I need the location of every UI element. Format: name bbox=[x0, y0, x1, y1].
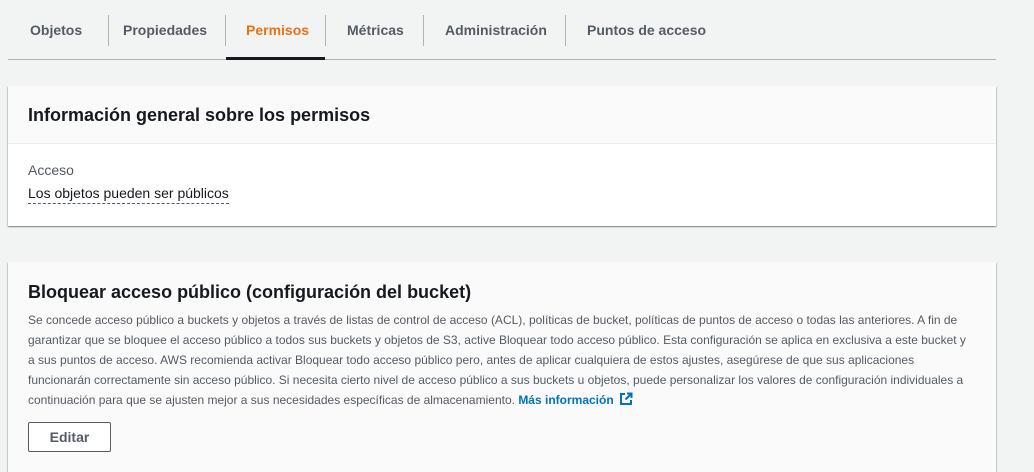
external-link-icon bbox=[619, 392, 633, 412]
tab-label: Objetos bbox=[30, 21, 83, 38]
edit-button[interactable]: Editar bbox=[28, 422, 111, 452]
tab-puntos-de-acceso[interactable]: Puntos de acceso bbox=[566, 0, 726, 59]
permissions-overview-panel: Información general sobre los permisos A… bbox=[8, 86, 996, 226]
tab-permisos[interactable]: Permisos bbox=[226, 0, 326, 60]
tab-propiedades[interactable]: Propiedades bbox=[109, 0, 226, 59]
learn-more-link[interactable]: Más información bbox=[518, 392, 633, 407]
tab-administracion[interactable]: Administración bbox=[424, 0, 566, 59]
tab-label: Métricas bbox=[347, 21, 404, 38]
access-label: Acceso bbox=[28, 162, 74, 178]
description-text: Se concede acceso público a buckets y ob… bbox=[28, 313, 966, 407]
panel-title: Información general sobre los permisos bbox=[28, 105, 371, 125]
tab-label: Administración bbox=[445, 21, 547, 38]
tab-label: Permisos bbox=[246, 21, 310, 38]
tab-metricas[interactable]: Métricas bbox=[326, 0, 424, 59]
learn-more-label: Más información bbox=[518, 393, 614, 407]
tab-bar: Objetos Propiedades Permisos Métricas Ad… bbox=[8, 0, 996, 60]
block-public-access-panel: Bloquear acceso público (configuración d… bbox=[8, 262, 996, 472]
tab-label: Puntos de acceso bbox=[587, 21, 707, 38]
panel-body: Acceso Los objetos pueden ser públicos bbox=[8, 144, 996, 204]
tab-objetos[interactable]: Objetos bbox=[8, 0, 109, 59]
tab-label: Propiedades bbox=[123, 21, 208, 38]
panel-header: Información general sobre los permisos bbox=[8, 86, 996, 144]
access-value[interactable]: Los objetos pueden ser públicos bbox=[28, 185, 229, 204]
panel-title: Bloquear acceso público (configuración d… bbox=[28, 282, 472, 302]
panel-description: Se concede acceso público a buckets y ob… bbox=[28, 310, 973, 412]
